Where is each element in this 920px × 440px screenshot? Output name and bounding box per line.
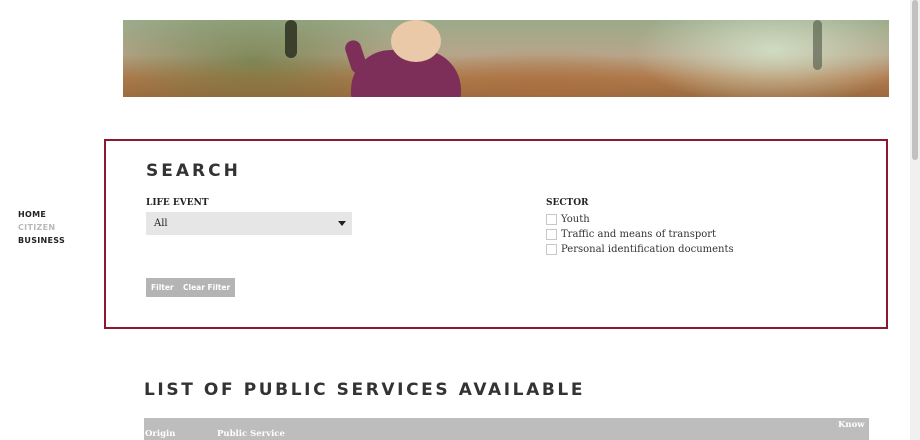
life-event-select[interactable]: All [146,212,352,235]
side-nav: HOME CITIZEN BUSINESS [18,208,65,247]
sector-option-youth[interactable]: Youth [546,213,590,227]
checkbox[interactable] [546,244,557,255]
column-header-origin[interactable]: Origin [145,429,175,439]
sector-option-label: Traffic and means of transport [561,229,717,240]
checkbox[interactable] [546,214,557,225]
scrollbar-thumb[interactable] [912,0,918,160]
nav-item-business[interactable]: BUSINESS [18,234,65,247]
clear-filter-button[interactable]: Clear Filter [178,278,236,297]
list-title: LIST OF PUBLIC SERVICES AVAILABLE [144,380,586,400]
column-header-know[interactable]: Know [838,420,865,430]
checkbox[interactable] [546,229,557,240]
page-scrollbar[interactable] [910,0,920,440]
services-table-header: Origin Public Service Know [144,418,869,440]
search-panel: SEARCH LIFE EVENT All SECTOR Youth Traff… [104,139,888,329]
hero-tree [813,20,822,70]
sector-option-label: Personal identification documents [561,244,734,255]
hero-image [123,20,889,97]
column-header-public-service[interactable]: Public Service [217,429,285,439]
chevron-down-icon [338,221,346,226]
life-event-selected-value: All [154,218,168,229]
sector-label: SECTOR [546,198,589,208]
life-event-label: LIFE EVENT [146,198,209,208]
sector-option-traffic[interactable]: Traffic and means of transport [546,228,716,242]
nav-item-home[interactable]: HOME [18,208,65,221]
hero-child-head [391,20,441,62]
sector-option-identification[interactable]: Personal identification documents [546,243,734,257]
search-title: SEARCH [146,161,241,181]
filter-button[interactable]: Filter [146,278,179,297]
hero-tree [285,20,297,58]
sector-option-label: Youth [561,214,590,225]
nav-item-citizen[interactable]: CITIZEN [18,221,65,234]
